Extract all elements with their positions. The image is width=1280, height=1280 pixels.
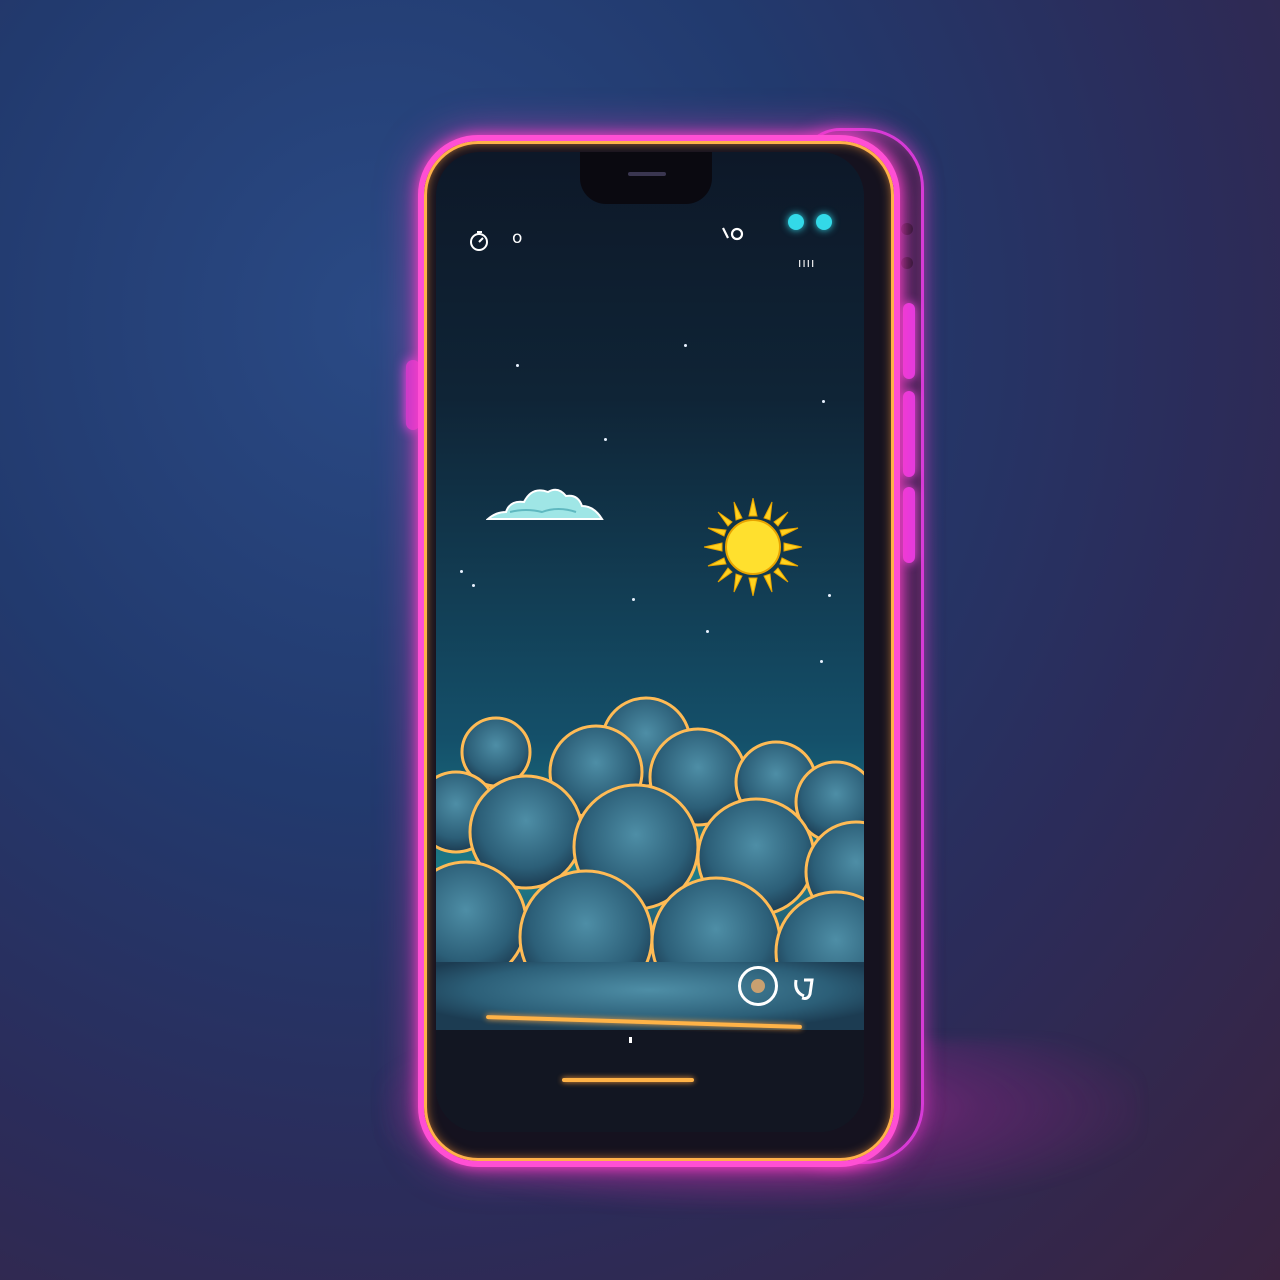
star bbox=[820, 660, 823, 663]
volume-up-button[interactable] bbox=[903, 303, 915, 379]
playback-progress-knob[interactable] bbox=[629, 1037, 632, 1043]
record-button[interactable] bbox=[738, 966, 778, 1006]
volume-down-button[interactable] bbox=[903, 391, 915, 477]
power-button[interactable] bbox=[903, 487, 915, 563]
notch bbox=[580, 152, 712, 204]
sun-icon bbox=[704, 498, 802, 596]
timer-icon bbox=[470, 231, 488, 251]
star bbox=[472, 584, 475, 587]
scene: o ıııı bbox=[0, 0, 1280, 1280]
link-icon bbox=[722, 227, 744, 241]
status-left-text: o bbox=[512, 228, 523, 248]
earpiece-speaker bbox=[628, 172, 666, 176]
star bbox=[604, 438, 607, 441]
status-indicator-dot bbox=[788, 214, 804, 230]
share-button[interactable] bbox=[788, 970, 822, 1004]
record-icon bbox=[751, 979, 765, 993]
status-indicator-dot bbox=[816, 214, 832, 230]
side-sensor-dot bbox=[901, 223, 913, 235]
star bbox=[632, 598, 635, 601]
share-icon bbox=[794, 978, 814, 1000]
home-indicator[interactable] bbox=[562, 1078, 694, 1082]
star bbox=[516, 364, 519, 367]
star bbox=[460, 570, 463, 573]
phone-screen[interactable]: o ıııı bbox=[436, 152, 864, 1132]
side-sensor-dot bbox=[901, 257, 913, 269]
star bbox=[706, 630, 709, 633]
star bbox=[828, 594, 831, 597]
star bbox=[822, 400, 825, 403]
cloud-icon bbox=[486, 488, 604, 520]
signal-strength: ıııı bbox=[798, 256, 816, 270]
star bbox=[684, 344, 687, 347]
